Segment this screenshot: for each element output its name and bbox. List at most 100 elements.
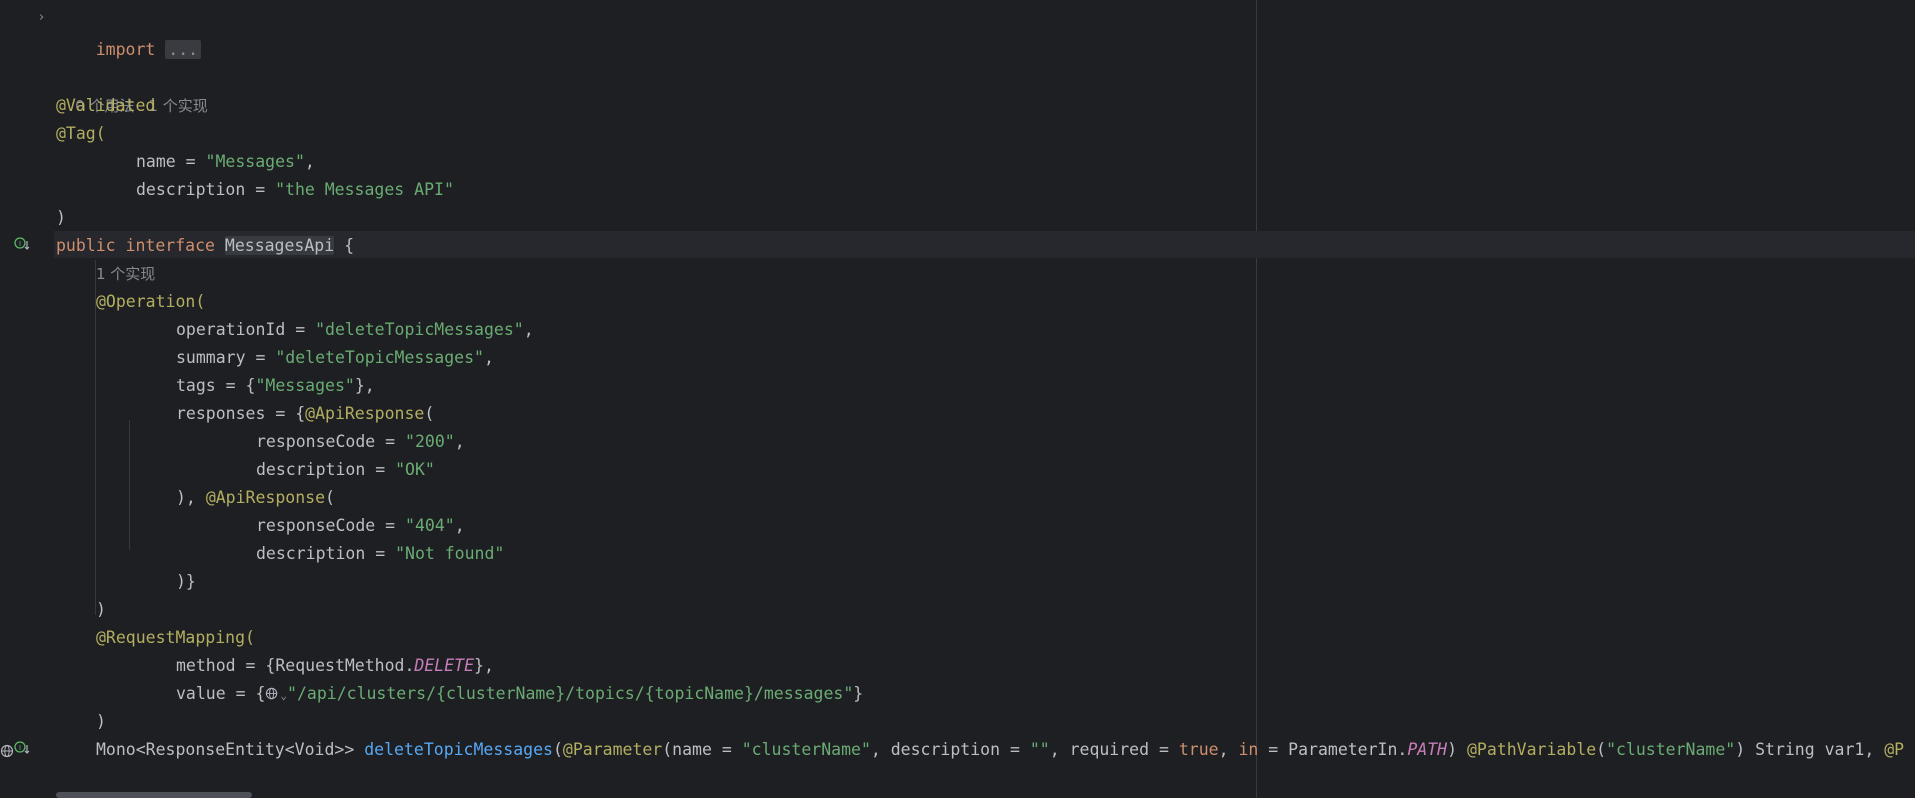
code-text: )} xyxy=(176,572,196,591)
code-line-response-code-200[interactable]: responseCode = "200", xyxy=(256,428,465,456)
string-literal: "the Messages API" xyxy=(275,180,454,199)
code-text: description = xyxy=(256,544,396,563)
code-text: , xyxy=(304,152,315,171)
code-text: (name = xyxy=(662,740,742,759)
code-text: ( xyxy=(424,404,435,423)
folded-imports-chip[interactable]: ... xyxy=(165,40,202,59)
annotation-validated: @Validated xyxy=(56,96,156,115)
code-line-method-signature[interactable]: Mono<ResponseEntity<Void>> deleteTopicMe… xyxy=(96,736,1904,764)
code-line-method[interactable]: method = {RequestMethod.DELETE}, xyxy=(176,652,494,680)
code-line-request-mapping-open[interactable]: @RequestMapping( xyxy=(96,624,255,652)
code-text: ( xyxy=(1596,740,1607,759)
code-text: method = {RequestMethod. xyxy=(176,656,415,675)
code-line-description-not-found[interactable]: description = "Not found" xyxy=(256,540,504,568)
keyword-import: import xyxy=(95,40,156,59)
string-literal: "deleteTopicMessages" xyxy=(275,348,484,367)
code-line-tag-open[interactable]: @Tag( xyxy=(56,120,106,148)
code-text: ( xyxy=(552,740,563,759)
code-line-tag-name[interactable]: name = "Messages", xyxy=(136,148,315,176)
code-text: description = xyxy=(136,180,276,199)
method-implementations-hint[interactable]: 1 个实现 xyxy=(96,260,155,288)
code-text: , xyxy=(483,348,494,367)
code-line-validated[interactable]: @Validated xyxy=(56,92,155,120)
string-literal: "OK" xyxy=(395,460,435,479)
code-line-operation-id[interactable]: operationId = "deleteTopicMessages", xyxy=(176,316,534,344)
string-literal: "Not found" xyxy=(395,544,505,563)
code-text: ), xyxy=(176,488,206,507)
code-line-tag-description[interactable]: description = "the Messages API" xyxy=(136,176,454,204)
code-line-value[interactable]: value = {⌄"/api/clusters/{clusterName}/t… xyxy=(176,680,863,708)
code-line-description-ok[interactable]: description = "OK" xyxy=(256,456,435,484)
string-literal: "404" xyxy=(405,516,455,535)
right-margin-guide xyxy=(1256,0,1257,798)
code-line-tag-close[interactable]: ) xyxy=(56,204,66,232)
code-text: , xyxy=(454,432,465,451)
method-name[interactable]: deleteTopicMessages xyxy=(364,740,553,759)
implemented-down-icon[interactable]: I xyxy=(14,236,30,252)
code-line-responses-open[interactable]: responses = {@ApiResponse( xyxy=(176,400,434,428)
code-line-operation-close[interactable]: ) xyxy=(96,596,106,624)
code-line-response-code-404[interactable]: responseCode = "404", xyxy=(256,512,465,540)
editor-gutter[interactable] xyxy=(0,0,54,798)
annotation-api-response: @ApiResponse xyxy=(305,404,425,423)
code-text: }, xyxy=(474,656,494,675)
code-text: operationId = xyxy=(176,320,316,339)
annotation-truncated: @P xyxy=(1884,740,1905,759)
code-line-operation-open[interactable]: @Operation( xyxy=(96,288,205,316)
annotation-api-response: @ApiResponse xyxy=(205,488,326,507)
string-literal: "Messages" xyxy=(255,376,355,395)
string-literal: "Messages" xyxy=(205,152,305,171)
keyword-true: true xyxy=(1178,740,1219,759)
code-text: summary = xyxy=(176,348,276,367)
implemented-down-icon[interactable]: I xyxy=(14,740,30,756)
code-text: , description = xyxy=(870,740,1030,759)
code-text: ) String var1, xyxy=(1735,740,1885,759)
code-line-request-mapping-close[interactable]: ) xyxy=(96,708,106,736)
code-text: ) xyxy=(96,712,106,731)
code-text: ) xyxy=(96,600,106,619)
code-line-interface-decl[interactable]: public interface MessagesApi { xyxy=(56,232,354,260)
chevron-right-icon[interactable]: › xyxy=(39,10,44,25)
horizontal-scrollbar[interactable] xyxy=(56,792,252,798)
implementations-hint[interactable]: 1 个实现 xyxy=(148,97,207,115)
string-literal: "deleteTopicMessages" xyxy=(315,320,524,339)
svg-text:I: I xyxy=(19,744,21,752)
keyword-in: in xyxy=(1238,740,1259,759)
code-text: ( xyxy=(325,488,335,507)
annotation-request-mapping: @RequestMapping( xyxy=(96,628,255,647)
code-text: , xyxy=(454,516,465,535)
code-text: description = xyxy=(256,460,396,479)
code-line-summary[interactable]: summary = "deleteTopicMessages", xyxy=(176,344,494,372)
usages-hint[interactable]: 0 个用法 1 个实现 xyxy=(56,64,208,115)
enum-constant: DELETE xyxy=(414,656,475,675)
annotation-operation: @Operation( xyxy=(96,292,206,311)
annotation-parameter: @Parameter xyxy=(562,740,663,759)
code-text: , xyxy=(523,320,534,339)
code-text: tags = { xyxy=(176,376,256,395)
code-text: name = xyxy=(136,152,206,171)
implementations-hint[interactable]: 1 个实现 xyxy=(96,265,155,283)
globe-icon[interactable] xyxy=(265,686,280,701)
code-line-responses-close[interactable]: )} xyxy=(176,568,196,596)
class-name[interactable]: MessagesApi xyxy=(224,236,335,255)
code-text: ) xyxy=(1447,740,1467,759)
code-text: } xyxy=(853,684,864,703)
code-line-response-separator[interactable]: ), @ApiResponse( xyxy=(176,484,335,512)
code-text: Mono<ResponseEntity<Void>> xyxy=(96,740,365,759)
code-text: { xyxy=(334,236,355,255)
string-literal: "clusterName" xyxy=(741,740,871,759)
code-text: }, xyxy=(354,376,375,395)
code-text: responseCode = xyxy=(256,432,406,451)
string-literal: "/api/clusters/{clusterName}/topics/{top… xyxy=(287,684,854,703)
code-line-tags[interactable]: tags = {"Messages"}, xyxy=(176,372,375,400)
code-text: = ParameterIn. xyxy=(1258,740,1408,759)
code-text: , xyxy=(1218,740,1239,759)
annotation-tag: @Tag( xyxy=(56,124,106,143)
string-literal: "clusterName" xyxy=(1606,740,1736,759)
code-line-import[interactable]: import ... xyxy=(56,8,202,59)
code-text: ) xyxy=(56,208,66,227)
annotation-path-variable: @PathVariable xyxy=(1466,740,1597,759)
indent-guide xyxy=(129,420,130,550)
string-literal: "200" xyxy=(405,432,455,451)
code-editor[interactable]: › I I import ... 0 个用法 1 个实现 @Validated @… xyxy=(0,0,1915,798)
